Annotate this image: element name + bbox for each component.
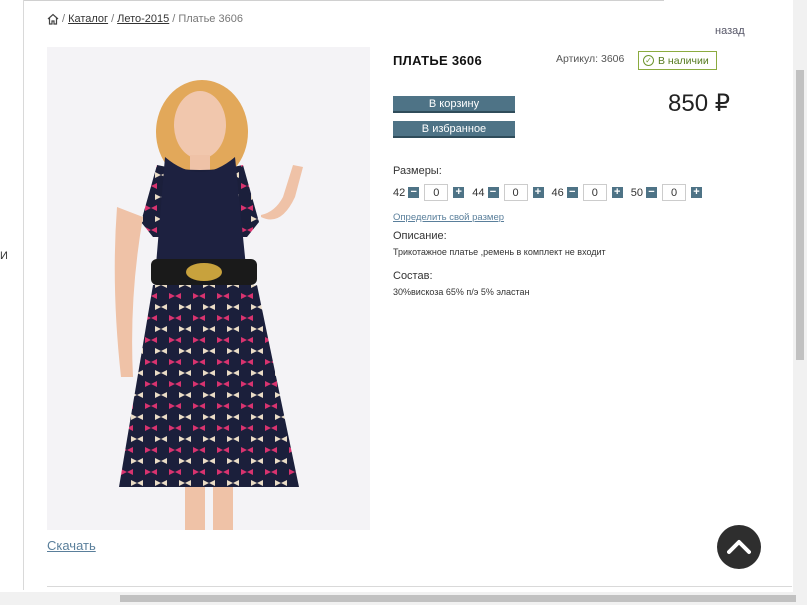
breadcrumb-current: Платье 3606	[178, 13, 243, 25]
check-circle-icon: ✓	[643, 55, 654, 66]
product-sku: Артикул: 3606	[556, 53, 625, 65]
size-group-44: 44 − +	[472, 184, 544, 201]
breadcrumb-catalog[interactable]: Каталог	[68, 13, 108, 25]
composition-text: 30%вискоза 65% п/э 5% эластан	[393, 287, 530, 297]
find-size-link[interactable]: Определить свой размер	[393, 212, 504, 223]
size-label: 46	[551, 186, 564, 199]
sizes-label: Размеры:	[393, 165, 442, 177]
home-icon[interactable]	[47, 13, 59, 25]
product-price: 850 ₽	[668, 90, 730, 117]
add-to-favorites-button[interactable]: В избранное	[393, 121, 515, 138]
quantity-input-44[interactable]	[503, 184, 528, 201]
download-link[interactable]: Скачать	[47, 538, 96, 553]
minus-icon[interactable]: −	[408, 187, 420, 198]
description-label: Описание:	[393, 230, 447, 242]
plus-icon[interactable]: +	[453, 187, 465, 198]
bottom-divider	[47, 586, 792, 587]
stock-label: В наличии	[658, 54, 709, 67]
product-photo[interactable]	[47, 47, 370, 530]
scrollbar-thumb[interactable]	[796, 70, 804, 360]
dress-image	[47, 47, 370, 530]
minus-icon[interactable]: −	[566, 187, 578, 198]
size-group-46: 46 − +	[552, 184, 623, 201]
top-divider	[24, 0, 664, 1]
left-edge-text: И	[0, 250, 8, 262]
description-text: Трикотажное платье ,ремень в комплект не…	[393, 247, 606, 257]
size-label: 44	[472, 186, 485, 199]
size-selector: 42 − + 44 − + 46 − + 50 − +	[393, 184, 710, 201]
size-label: 50	[630, 186, 643, 199]
minus-icon[interactable]: −	[487, 187, 499, 198]
back-link[interactable]: назад	[715, 25, 745, 37]
left-divider	[23, 0, 24, 590]
vertical-scrollbar[interactable]	[793, 0, 807, 592]
size-group-50: 50 − +	[631, 184, 702, 201]
size-label: 42	[393, 186, 406, 199]
product-title: ПЛАТЬЕ 3606	[393, 53, 482, 68]
chevron-up-icon	[727, 540, 751, 554]
stock-badge: ✓ В наличии	[638, 51, 717, 70]
horizontal-scrollbar[interactable]	[0, 592, 807, 605]
breadcrumb: / Каталог / Лето-2015 / Платье 3606	[47, 13, 243, 25]
plus-icon[interactable]: +	[532, 187, 544, 198]
quantity-input-42[interactable]	[424, 184, 449, 201]
minus-icon[interactable]: −	[646, 187, 657, 198]
plus-icon[interactable]: +	[611, 187, 623, 198]
plus-icon[interactable]: +	[691, 187, 702, 198]
quantity-input-50[interactable]	[662, 184, 686, 201]
add-to-cart-button[interactable]: В корзину	[393, 96, 515, 113]
composition-label: Состав:	[393, 270, 433, 282]
breadcrumb-summer-2015[interactable]: Лето-2015	[117, 13, 169, 25]
scrollbar-thumb[interactable]	[120, 595, 796, 602]
scroll-to-top-button[interactable]	[717, 525, 761, 569]
size-group-42: 42 − +	[393, 184, 465, 201]
quantity-input-46[interactable]	[582, 184, 607, 201]
